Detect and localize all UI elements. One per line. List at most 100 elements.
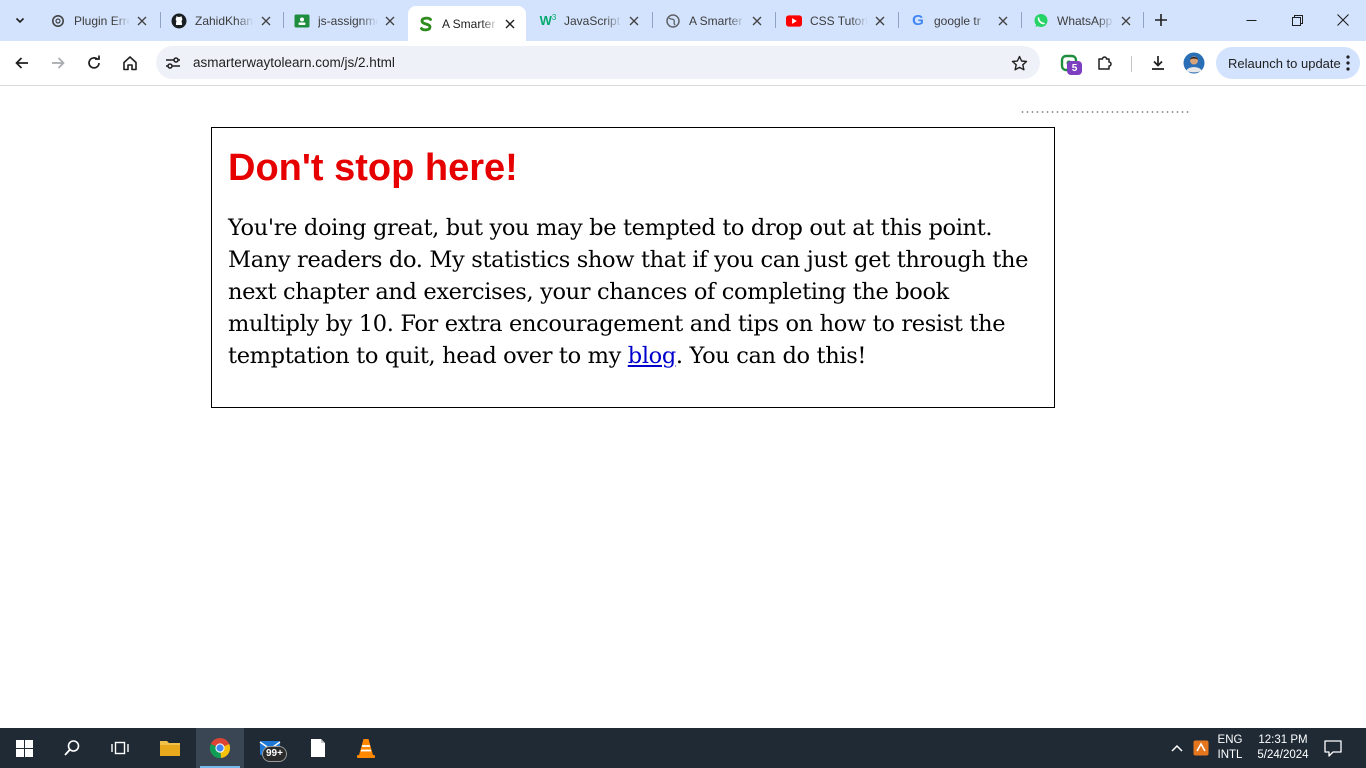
site-info-icon[interactable] [162, 52, 184, 74]
close-tab-icon[interactable] [258, 13, 274, 29]
vlc-button[interactable] [342, 728, 390, 768]
close-tab-icon[interactable] [872, 13, 888, 29]
tab-a-smarter-2[interactable]: A Smarter [655, 6, 773, 35]
paragraph-text-after-link: . You can do this! [675, 343, 867, 369]
relaunch-to-update-button[interactable]: Relaunch to update [1216, 47, 1360, 79]
arrow-right-icon [52, 57, 65, 69]
page-heading: Don't stop here! [228, 147, 518, 189]
tab-title: WhatsApp [1057, 13, 1113, 28]
whatsapp-icon [1033, 13, 1049, 29]
smarter-s-icon [418, 16, 434, 32]
show-hidden-icons-button[interactable] [1167, 738, 1187, 758]
tab-title: Plugin Error [74, 13, 130, 28]
download-icon [1152, 56, 1164, 70]
start-button[interactable] [0, 728, 48, 768]
tab-divider [1143, 12, 1144, 28]
close-window-button[interactable] [1320, 0, 1366, 40]
tab-title: ZahidKhan [195, 13, 254, 28]
tab-title: JavaScript [564, 13, 621, 28]
reload-button[interactable] [78, 47, 110, 79]
github-icon [171, 13, 187, 29]
tab-divider [652, 12, 653, 28]
folder-icon [160, 741, 180, 756]
task-view-button[interactable] [96, 728, 144, 768]
google-classroom-icon [294, 13, 310, 29]
minimize-icon [1246, 19, 1256, 21]
tab-title: google tr [934, 13, 981, 28]
close-tab-icon[interactable] [626, 13, 642, 29]
back-button[interactable] [6, 47, 38, 79]
downloads-button[interactable] [1142, 47, 1174, 79]
reload-icon [88, 55, 100, 69]
chrome-taskbar-button[interactable] [196, 728, 244, 768]
chevron-down-icon [15, 17, 25, 24]
avatar [1183, 52, 1205, 74]
extensions-button[interactable] [1089, 47, 1121, 79]
clock-date: 5/24/2024 [1257, 749, 1309, 761]
blog-link[interactable]: blog [628, 343, 677, 369]
forward-button[interactable] [42, 47, 74, 79]
tab-plugin-error[interactable]: Plugin Error [40, 6, 158, 35]
encouragement-box: Don't stop here! You're doing great, but… [211, 127, 1055, 408]
tab-js-assignment[interactable]: js-assignment [284, 6, 406, 35]
extension-count-badge: 5 [1067, 61, 1082, 75]
profile-button[interactable] [1178, 47, 1210, 79]
youtube-icon [786, 13, 802, 29]
windows-taskbar [0, 728, 1366, 768]
input-language[interactable]: ENG INTL [1214, 733, 1246, 763]
plus-icon [1155, 14, 1167, 26]
browser-toolbar: asmarterwaytolearn.com/js/2.html Relaunc… [0, 41, 1366, 86]
encouragement-paragraph: You're doing great, but you may be tempt… [228, 212, 1038, 372]
clock[interactable]: 12:31 PM 5/24/2024 [1250, 733, 1316, 763]
arrow-left-icon [15, 57, 28, 69]
document-icon [311, 739, 325, 757]
search-icon [64, 740, 80, 756]
puzzle-icon [1098, 56, 1112, 70]
restore-icon [1291, 14, 1303, 26]
tab-title: js-assignment [318, 13, 378, 28]
language-code: ENG [1217, 734, 1243, 746]
tab-github[interactable]: ZahidKhan [161, 6, 282, 35]
close-tab-icon[interactable] [382, 13, 398, 29]
restore-button[interactable] [1274, 0, 1320, 40]
globe-icon [665, 13, 681, 29]
new-tab-button[interactable] [1149, 8, 1173, 32]
minimize-button[interactable] [1228, 0, 1274, 40]
tray-orange-app-icon [1193, 740, 1209, 756]
action-center-button[interactable] [1323, 738, 1343, 758]
vlc-cone-icon [357, 739, 375, 758]
file-explorer-button[interactable] [146, 728, 194, 768]
more-vert-icon [1346, 55, 1350, 71]
notification-icon [1324, 739, 1342, 757]
openai-icon [50, 13, 66, 29]
home-button[interactable] [114, 47, 146, 79]
bookmark-star-icon[interactable] [1008, 52, 1030, 74]
clock-time: 12:31 PM [1258, 734, 1308, 746]
close-tab-icon[interactable] [134, 13, 150, 29]
tab-title: CSS Tutorial [810, 13, 868, 28]
close-tab-icon[interactable] [749, 13, 765, 29]
relaunch-label: Relaunch to update [1228, 55, 1341, 71]
tab-google-translate[interactable]: G google tr [900, 6, 1019, 35]
tab-javascript[interactable]: W3 JavaScript [530, 6, 650, 35]
url-text[interactable]: asmarterwaytolearn.com/js/2.html [193, 55, 395, 70]
notepad-button[interactable] [294, 728, 342, 768]
tab-search-button[interactable] [6, 7, 34, 33]
keyboard-layout: INTL [1217, 749, 1243, 761]
google-icon: G [912, 12, 924, 29]
search-button[interactable] [48, 728, 96, 768]
tray-app-icon[interactable] [1191, 738, 1211, 758]
tab-title: A Smarter [442, 16, 496, 31]
close-tab-icon[interactable] [502, 16, 518, 32]
tab-whatsapp[interactable]: WhatsApp [1023, 6, 1142, 35]
close-tab-icon[interactable] [995, 13, 1011, 29]
address-bar[interactable]: asmarterwaytolearn.com/js/2.html [156, 46, 1040, 79]
tab-divider [1021, 12, 1022, 28]
web-page: Don't stop here! You're doing great, but… [0, 87, 1366, 728]
home-icon [123, 56, 137, 71]
mail-unread-badge: 99+ [262, 746, 287, 762]
close-tab-icon[interactable] [1118, 13, 1134, 29]
tab-css-tutorial[interactable]: CSS Tutorial [776, 6, 896, 35]
tab-a-smarter-active[interactable]: A Smarter [408, 6, 526, 41]
tab-strip: Plugin Error ZahidKhan js-assignment A S… [0, 0, 1366, 41]
